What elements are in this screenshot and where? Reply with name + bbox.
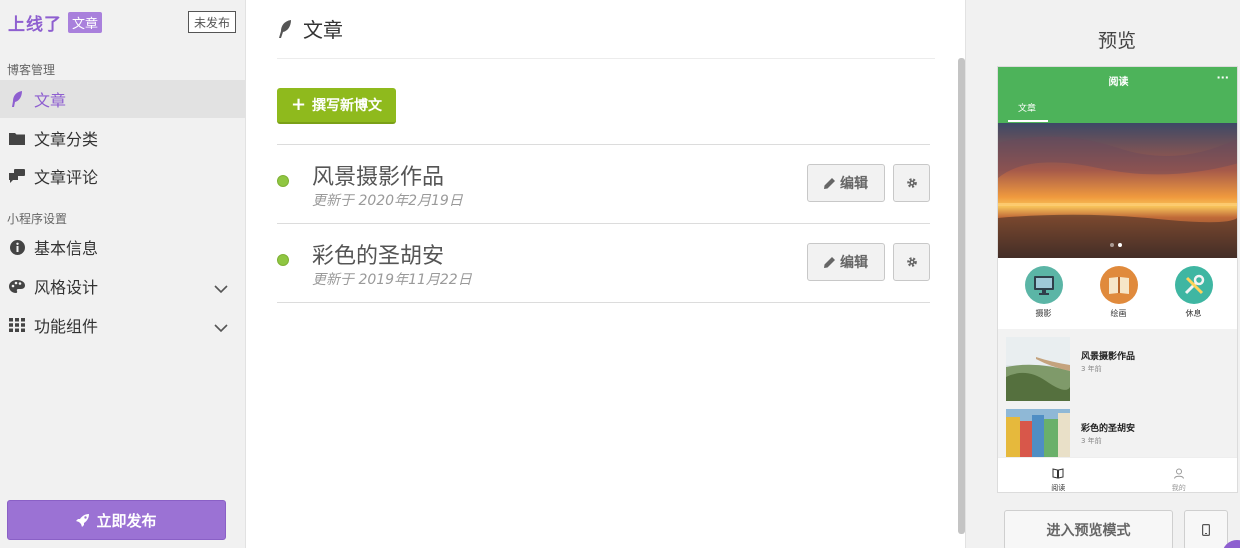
- post-updated-date: 更新于 2020年2月19日: [312, 193, 463, 209]
- post-row: 彩色的圣胡安 更新于 2019年11月22日 编辑: [277, 224, 930, 303]
- tabbar-label: 阅读: [1051, 484, 1066, 492]
- rocket-icon: [76, 514, 90, 527]
- grid-icon: [8, 316, 26, 334]
- edit-label: 编辑: [840, 255, 868, 271]
- sidebar-item-style-design[interactable]: 风格设计: [0, 267, 246, 305]
- post-list: 风景摄影作品 更新于 2020年2月19日 编辑 彩色的圣胡安 更新于 2019…: [277, 144, 930, 303]
- feature-rest[interactable]: 休息: [1164, 266, 1224, 322]
- palette-icon: [8, 277, 26, 295]
- book-open-icon: [1052, 468, 1064, 479]
- folder-icon: [8, 129, 26, 147]
- carousel-dots[interactable]: [1110, 243, 1122, 247]
- tabbar-item-mine[interactable]: 我的: [1119, 458, 1238, 492]
- sidebar-item-label: 基本信息: [34, 239, 99, 258]
- edit-button[interactable]: 编辑: [807, 243, 885, 281]
- publish-now-label: 立即发布: [96, 511, 157, 530]
- edit-button[interactable]: 编辑: [807, 164, 885, 202]
- section-label-miniapp: 小程序设置: [7, 212, 68, 226]
- sidebar-item-components[interactable]: 功能组件: [0, 306, 246, 344]
- feature-label: 休息: [1185, 309, 1202, 318]
- post-row: 风景摄影作品 更新于 2020年2月19日 编辑: [277, 145, 930, 224]
- post-title[interactable]: 彩色的圣胡安: [312, 238, 444, 270]
- feature-row: 摄影 绘画 休息: [998, 266, 1237, 322]
- main-content: 文章 + 撰写新博文 风景摄影作品 更新于 2020年2月19日 编辑 彩色的圣…: [247, 0, 965, 548]
- feature-label: 绘画: [1110, 309, 1127, 318]
- new-post-button[interactable]: + 撰写新博文: [277, 88, 396, 124]
- edit-label: 编辑: [840, 176, 868, 192]
- sidebar-item-comments[interactable]: 文章评论: [0, 157, 246, 195]
- post-updated-date: 更新于 2019年11月22日: [312, 272, 472, 288]
- post-title[interactable]: 风景摄影作品: [312, 159, 444, 191]
- section-label-blog: 博客管理: [7, 63, 56, 77]
- publish-now-button[interactable]: 立即发布: [7, 500, 226, 540]
- phone-article-item[interactable]: 风景摄影作品 3 年前: [1006, 337, 1231, 401]
- brand-logo[interactable]: 上线了 文章: [8, 10, 103, 35]
- page-title-text: 文章: [303, 18, 343, 42]
- monitor-icon: [1024, 266, 1063, 304]
- sidebar-item-label: 文章: [34, 91, 67, 110]
- settings-button[interactable]: [893, 164, 930, 202]
- phone-nav-title: 阅读: [1108, 77, 1129, 88]
- article-title: 风景摄影作品: [1081, 352, 1136, 362]
- preview-title: 预览: [1097, 30, 1136, 52]
- sidebar-item-label: 文章分类: [34, 130, 99, 149]
- phone-tabbar: 阅读 我的: [998, 457, 1238, 492]
- user-icon: [1173, 468, 1184, 479]
- feather-icon: [279, 19, 291, 38]
- feature-photography[interactable]: 摄影: [1014, 266, 1074, 322]
- plus-icon: +: [290, 94, 307, 115]
- feature-label: 摄影: [1035, 309, 1052, 318]
- carousel-dot[interactable]: [1110, 243, 1114, 247]
- settings-button[interactable]: [893, 243, 930, 281]
- pencil-icon: [824, 256, 835, 268]
- publish-status-badge[interactable]: 未发布: [188, 11, 236, 33]
- feather-icon: [8, 90, 26, 108]
- mobile-icon: [1202, 524, 1210, 536]
- page-title: 文章: [277, 14, 343, 43]
- article-time: 3 年前: [1081, 365, 1102, 373]
- chevron-down-icon[interactable]: [214, 279, 228, 298]
- sidebar-item-label: 功能组件: [34, 317, 99, 336]
- mobile-preview-button[interactable]: [1184, 510, 1228, 548]
- sidebar-item-label: 风格设计: [34, 278, 99, 297]
- article-title: 彩色的圣胡安: [1081, 424, 1136, 434]
- tabbar-item-read[interactable]: 阅读: [998, 458, 1119, 492]
- book-icon: [1099, 266, 1138, 304]
- sidebar-item-categories[interactable]: 文章分类: [0, 119, 246, 157]
- gear-icon: [906, 257, 917, 267]
- chevron-down-icon[interactable]: [214, 318, 228, 337]
- new-post-label: 撰写新博文: [312, 98, 383, 114]
- status-dot: [277, 254, 289, 266]
- sidebar-item-basic-info[interactable]: 基本信息: [0, 228, 246, 266]
- sidebar: 上线了 文章 未发布 博客管理 文章 文章分类 文章评论 小程序设置 基本信息 …: [0, 0, 246, 548]
- status-dot: [277, 175, 289, 187]
- enter-preview-mode-button[interactable]: 进入预览模式: [1004, 510, 1173, 548]
- carousel-dot[interactable]: [1118, 243, 1122, 247]
- feature-painting[interactable]: 绘画: [1089, 266, 1149, 322]
- brand-tag: 文章: [68, 11, 103, 33]
- sidebar-item-label: 文章评论: [34, 168, 99, 187]
- tab-underline: [1008, 120, 1048, 122]
- more-icon: ···: [1216, 71, 1229, 84]
- divider: [277, 58, 935, 59]
- article-thumbnail: [1006, 337, 1070, 401]
- brand-name: 上线了: [8, 14, 62, 35]
- phone-preview: 阅读 ··· 文章 摄影 绘画 休息 风景摄影作品 3 年前 彩色的圣胡安 3 …: [997, 66, 1238, 493]
- info-icon: [8, 238, 26, 256]
- phone-tab-articles: 文章: [1017, 104, 1036, 114]
- banner-image: [998, 123, 1237, 258]
- preview-panel: 预览 阅读 ··· 文章 摄影 绘画 休息 风景摄影作品 3 年前 彩色的圣胡安…: [965, 0, 1240, 548]
- pencil-icon: [824, 177, 835, 189]
- phone-article-list: 风景摄影作品 3 年前 彩色的圣胡安 3 年前: [998, 329, 1237, 473]
- gear-icon: [906, 178, 917, 188]
- tabbar-label: 我的: [1171, 484, 1186, 492]
- comments-icon: [8, 167, 26, 185]
- tools-icon: [1174, 266, 1213, 304]
- article-time: 3 年前: [1081, 437, 1102, 445]
- phone-navbar: 阅读 ··· 文章: [998, 67, 1237, 123]
- scrollbar[interactable]: [958, 58, 965, 534]
- sidebar-item-articles[interactable]: 文章: [0, 80, 246, 118]
